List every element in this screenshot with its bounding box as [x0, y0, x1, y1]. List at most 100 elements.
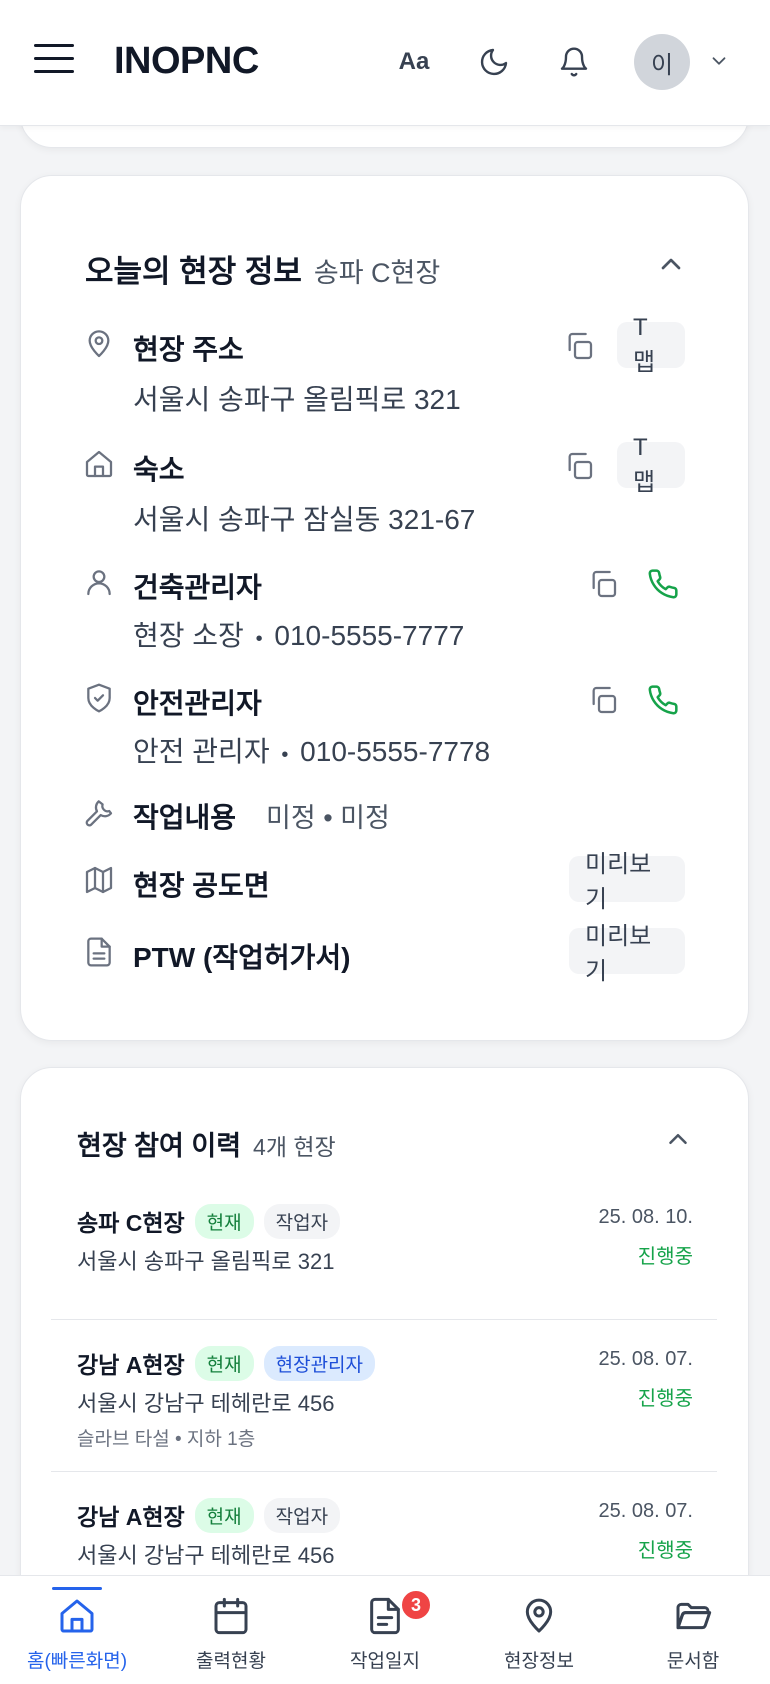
- tmap-lodging-button[interactable]: T맵: [617, 434, 685, 496]
- user-icon: [87, 570, 111, 596]
- separator-dot: •: [281, 744, 289, 766]
- building-manager-label: 건축관리자: [133, 572, 262, 603]
- history-row[interactable]: 강남 A현장 현재 현장관리자 서울시 강남구 테헤란로 456 슬라브 타설 • …: [51, 1320, 717, 1472]
- drawing-preview-button[interactable]: 미리보기: [569, 851, 685, 913]
- history-site-name: 강남 A현장 현재 현장관리자: [77, 1346, 376, 1381]
- lodging-value: 서울시 송파구 잠실동 321-67: [133, 504, 476, 535]
- work-content-label: 작업내용: [133, 802, 237, 833]
- copy-icon[interactable]: [563, 450, 595, 482]
- notification-button[interactable]: [556, 44, 592, 80]
- menu-icon-bar: [34, 44, 74, 47]
- tmap-address-button[interactable]: T맵: [617, 314, 685, 376]
- section-title: 현장 참여 이력 4개 현장: [77, 1124, 336, 1163]
- copy-icon[interactable]: [563, 330, 595, 362]
- app-logo: INOPNC: [114, 40, 259, 82]
- dark-mode-button[interactable]: [476, 44, 512, 80]
- avatar[interactable]: 이: [634, 34, 690, 90]
- map-icon: [85, 866, 113, 894]
- tab-label: 문서함: [666, 1651, 720, 1672]
- current-badge: 현재: [194, 1498, 254, 1533]
- safety-manager-phone: 010-5555-7778: [300, 736, 491, 767]
- chevron-up-icon: [669, 1134, 687, 1144]
- menu-icon-bar: [34, 57, 74, 60]
- lodging-label: 숙소: [133, 454, 185, 485]
- collapse-button[interactable]: [655, 248, 687, 280]
- work-content-row: 작업내용 미정 • 미정: [133, 796, 390, 836]
- home-icon: [60, 1599, 94, 1633]
- address-label: 현장 주소: [133, 334, 244, 365]
- history-site-name: 송파 C현장 현재 작업자: [77, 1204, 341, 1239]
- current-site-name: 송파 C현장: [313, 258, 441, 288]
- history-row[interactable]: 송파 C현장 현재 작업자 서울시 송파구 올림픽로 321 25. 08. 10.…: [51, 1188, 717, 1320]
- section-title: 오늘의 현장 정보 송파 C현장: [85, 246, 440, 291]
- ptw-preview-button[interactable]: 미리보기: [569, 923, 685, 985]
- safety-manager-label: 안전관리자: [133, 688, 262, 719]
- folder-icon: [676, 1602, 712, 1630]
- history-site-address: 서울시 강남구 테헤란로 456: [77, 1543, 335, 1568]
- role-badge: 작업자: [263, 1204, 341, 1239]
- site-name-text: 강남 A현장: [77, 1352, 185, 1378]
- separator-dot: •: [255, 628, 263, 650]
- bottom-tab-bar: 홈(빠른화면) 출력현황 3 작업일지 현장정보 문서함: [0, 1575, 770, 1684]
- drawing-label: 현장 공도면: [133, 870, 270, 901]
- active-tab-indicator: [52, 1587, 102, 1590]
- tab-label: 출력현황: [196, 1651, 266, 1672]
- copy-icon[interactable]: [587, 684, 619, 716]
- wrench-icon: [85, 800, 113, 827]
- file-text-icon: [87, 937, 111, 967]
- document-icon: [370, 1597, 400, 1635]
- address-value: 서울시 송파구 올림픽로 321: [133, 384, 461, 415]
- phone-icon[interactable]: [647, 568, 679, 600]
- role-badge: 작업자: [263, 1498, 341, 1533]
- work-content-value: 미정 • 미정: [266, 803, 390, 833]
- history-status: 진행중: [637, 1246, 693, 1268]
- font-size-button[interactable]: Aa: [396, 44, 432, 80]
- section-title-text: 오늘의 현장 정보: [85, 254, 302, 289]
- role-badge: 현장관리자: [263, 1346, 376, 1381]
- current-badge: 현재: [194, 1346, 254, 1381]
- building-manager-role: 현장 소장: [133, 620, 244, 651]
- building-manager-phone: 010-5555-7777: [274, 620, 465, 651]
- menu-icon-bar: [34, 70, 74, 73]
- home-icon: [85, 450, 113, 478]
- safety-manager-role: 안전 관리자: [133, 736, 270, 767]
- site-name-text: 송파 C현장: [77, 1210, 185, 1236]
- copy-icon[interactable]: [587, 568, 619, 600]
- menu-button[interactable]: [34, 44, 74, 76]
- tab-output-status[interactable]: 출력현황: [154, 1576, 308, 1684]
- map-pin-icon: [88, 330, 110, 358]
- tab-site-info[interactable]: 현장정보: [462, 1576, 616, 1684]
- history-status: 진행중: [637, 1388, 693, 1410]
- map-pin-icon: [525, 1598, 553, 1633]
- history-site-address: 서울시 강남구 테헤란로 456: [77, 1391, 335, 1416]
- chevron-down-icon[interactable]: [708, 50, 730, 77]
- current-badge: 현재: [194, 1204, 254, 1239]
- history-site-address: 서울시 송파구 올림픽로 321: [77, 1249, 335, 1274]
- bell-icon: [560, 47, 588, 77]
- tab-home[interactable]: 홈(빠른화면): [0, 1576, 154, 1684]
- calendar-icon: [214, 1597, 248, 1635]
- tab-documents[interactable]: 문서함: [616, 1576, 770, 1684]
- tab-work-log[interactable]: 3 작업일지: [308, 1576, 462, 1684]
- site-name-text: 강남 A현장: [77, 1504, 185, 1530]
- collapse-button[interactable]: [663, 1124, 695, 1156]
- history-date: 25. 08. 07.: [598, 1348, 693, 1370]
- safety-manager-value: 안전 관리자 • 010-5555-7778: [133, 730, 490, 770]
- history-site-name: 강남 A현장 현재 작업자: [77, 1498, 341, 1533]
- ptw-label: PTW (작업허가서): [133, 942, 351, 973]
- history-count: 4개 현장: [253, 1134, 336, 1160]
- today-site-info-card: 오늘의 현장 정보 송파 C현장 현장 주소 T맵 서울시 송파구 올림픽로 32…: [20, 175, 749, 1041]
- history-work-detail: 슬라브 타설 • 지하 1층: [77, 1429, 256, 1450]
- phone-icon[interactable]: [647, 684, 679, 716]
- history-status: 진행중: [637, 1540, 693, 1562]
- tab-label: 현장정보: [504, 1651, 574, 1672]
- history-date: 25. 08. 10.: [598, 1206, 693, 1228]
- chevron-up-icon: [661, 258, 681, 270]
- tab-label: 홈(빠른화면): [26, 1651, 128, 1672]
- app-header: INOPNC Aa 이: [0, 0, 770, 126]
- history-title-text: 현장 참여 이력: [77, 1131, 242, 1161]
- notification-badge: 3: [400, 1589, 432, 1621]
- history-date: 25. 08. 07.: [598, 1500, 693, 1522]
- moon-icon: [480, 48, 508, 76]
- tab-label: 작업일지: [350, 1651, 420, 1672]
